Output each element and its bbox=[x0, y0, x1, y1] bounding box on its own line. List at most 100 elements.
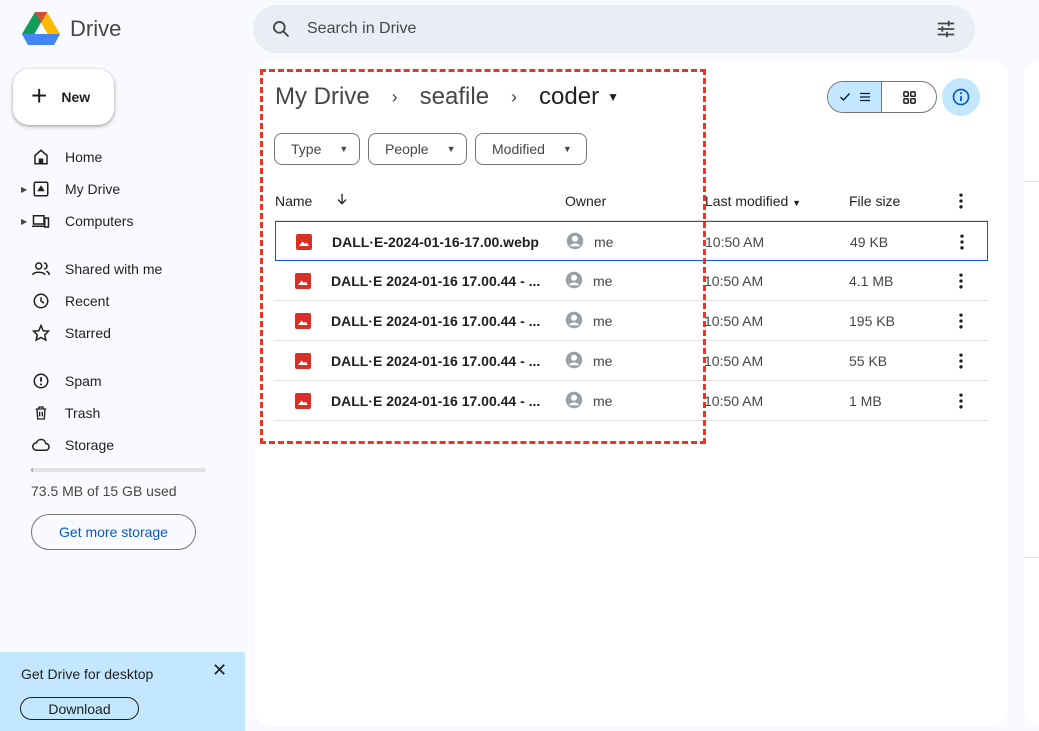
sidebar-item-computers[interactable]: ▶ Computers bbox=[0, 205, 240, 237]
divider bbox=[1024, 557, 1039, 558]
breadcrumb-seafile[interactable]: seafile bbox=[420, 83, 489, 111]
sidebar-item-spam[interactable]: Spam bbox=[0, 365, 240, 397]
grid-icon bbox=[902, 90, 916, 104]
new-button[interactable]: + New bbox=[13, 69, 114, 125]
sidebar-item-my-drive[interactable]: ▶ My Drive bbox=[0, 173, 240, 205]
file-name: DALL·E-2024-01-16-17.00.webp bbox=[332, 234, 539, 250]
avatar-icon bbox=[565, 271, 583, 289]
column-header-file-size[interactable]: File size bbox=[849, 193, 900, 209]
sidebar-item-label: Storage bbox=[65, 437, 115, 453]
table-row[interactable]: DALL·E 2024-01-16 17.00.44 - ... me 10:5… bbox=[275, 381, 988, 421]
sidebar-item-label: Recent bbox=[65, 293, 110, 309]
trash-icon bbox=[31, 403, 51, 423]
drive-logo[interactable]: Drive bbox=[22, 12, 121, 46]
filter-people[interactable]: People ▼ bbox=[368, 133, 467, 165]
list-icon bbox=[859, 92, 870, 102]
column-header-name[interactable]: Name bbox=[275, 193, 312, 209]
expand-caret-icon[interactable]: ▶ bbox=[21, 185, 27, 194]
sidebar-item-recent[interactable]: Recent bbox=[0, 285, 240, 317]
search-bar[interactable]: Search in Drive bbox=[253, 5, 975, 53]
new-button-label: New bbox=[61, 89, 91, 105]
image-file-icon bbox=[296, 234, 312, 250]
file-owner: me bbox=[593, 353, 613, 369]
chevron-right-icon: › bbox=[391, 86, 398, 107]
filter-type[interactable]: Type ▼ bbox=[274, 133, 360, 165]
column-header-owner[interactable]: Owner bbox=[565, 193, 606, 209]
file-name: DALL·E 2024-01-16 17.00.44 - ... bbox=[331, 313, 541, 329]
file-name: DALL·E 2024-01-16 17.00.44 - ... bbox=[331, 393, 541, 409]
file-owner: me bbox=[593, 313, 613, 329]
storage-bar-fill bbox=[31, 468, 33, 472]
dropdown-arrow-icon: ▼ bbox=[339, 144, 349, 154]
table-row[interactable]: DALL·E-2024-01-16-17.00.webp me 10:50 AM… bbox=[275, 221, 988, 261]
sidebar-item-home[interactable]: Home bbox=[0, 141, 240, 173]
file-modified: 10:50 AM bbox=[704, 393, 764, 409]
file-modified: 10:50 AM bbox=[704, 273, 764, 289]
avatar-icon bbox=[565, 351, 583, 369]
dropdown-arrow-icon: ▼ bbox=[446, 144, 456, 154]
file-modified: 10:50 AM bbox=[704, 353, 764, 369]
more-vert-icon[interactable] bbox=[952, 232, 972, 252]
storage-used-text: 73.5 MB of 15 GB used bbox=[31, 483, 177, 499]
search-options-icon[interactable] bbox=[935, 18, 957, 40]
avatar-icon bbox=[565, 311, 583, 329]
search-icon[interactable] bbox=[271, 19, 291, 39]
more-vert-icon[interactable] bbox=[951, 311, 971, 331]
sidebar-item-label: Shared with me bbox=[65, 261, 163, 277]
storage-bar bbox=[31, 468, 206, 472]
cloud-icon bbox=[31, 435, 51, 455]
sidebar-item-label: Home bbox=[65, 149, 103, 165]
sidebar-item-storage[interactable]: Storage bbox=[0, 429, 240, 461]
file-size: 1 MB bbox=[849, 393, 882, 409]
file-size: 55 KB bbox=[849, 353, 888, 369]
star-icon bbox=[31, 323, 51, 343]
list-view-button[interactable] bbox=[828, 82, 883, 112]
more-vert-icon[interactable] bbox=[951, 351, 971, 371]
more-vert-icon[interactable] bbox=[951, 391, 971, 411]
expand-caret-icon[interactable]: ▶ bbox=[21, 217, 27, 226]
column-header-label: Last modified bbox=[705, 193, 789, 209]
dropdown-arrow-icon: ▼ bbox=[607, 90, 619, 104]
avatar-icon bbox=[566, 232, 584, 250]
sidebar-item-label: My Drive bbox=[65, 181, 121, 197]
shared-icon bbox=[31, 259, 51, 279]
info-icon bbox=[952, 88, 970, 106]
file-name: DALL·E 2024-01-16 17.00.44 - ... bbox=[331, 353, 541, 369]
details-button[interactable] bbox=[942, 78, 980, 116]
more-vert-icon[interactable] bbox=[951, 191, 971, 214]
sidebar-item-shared[interactable]: Shared with me bbox=[0, 253, 240, 285]
sidebar-item-starred[interactable]: Starred bbox=[0, 317, 240, 349]
spam-icon bbox=[31, 371, 51, 391]
filter-label: Modified bbox=[492, 141, 545, 157]
search-input[interactable]: Search in Drive bbox=[307, 20, 935, 38]
download-button[interactable]: Download bbox=[20, 697, 139, 720]
close-icon[interactable]: ✕ bbox=[212, 660, 227, 681]
get-more-storage-button[interactable]: Get more storage bbox=[31, 514, 196, 550]
check-icon bbox=[839, 93, 850, 101]
divider bbox=[1024, 181, 1039, 182]
column-header-last-modified[interactable]: Last modified ▼ bbox=[705, 193, 801, 209]
image-file-icon bbox=[295, 313, 311, 329]
file-modified: 10:50 AM bbox=[704, 313, 764, 329]
grid-view-button[interactable] bbox=[882, 82, 936, 112]
filter-modified[interactable]: Modified ▼ bbox=[475, 133, 587, 165]
view-toggle bbox=[827, 81, 937, 113]
table-row[interactable]: DALL·E 2024-01-16 17.00.44 - ... me 10:5… bbox=[275, 261, 988, 301]
file-size: 195 KB bbox=[849, 313, 895, 329]
dropdown-arrow-icon: ▼ bbox=[792, 198, 802, 208]
file-owner: me bbox=[593, 273, 613, 289]
file-owner: me bbox=[593, 393, 613, 409]
sort-arrow-down-icon[interactable] bbox=[335, 191, 349, 210]
file-owner: me bbox=[594, 234, 614, 250]
image-file-icon bbox=[295, 273, 311, 289]
filter-label: People bbox=[385, 141, 429, 157]
dropdown-arrow-icon: ▼ bbox=[562, 144, 572, 154]
breadcrumb-current-folder[interactable]: coder ▼ bbox=[539, 83, 619, 111]
table-row[interactable]: DALL·E 2024-01-16 17.00.44 - ... me 10:5… bbox=[275, 301, 988, 341]
table-row[interactable]: DALL·E 2024-01-16 17.00.44 - ... me 10:5… bbox=[275, 341, 988, 381]
breadcrumb: My Drive › seafile › coder ▼ bbox=[275, 81, 619, 113]
file-modified: 10:50 AM bbox=[705, 234, 765, 250]
more-vert-icon[interactable] bbox=[951, 271, 971, 291]
sidebar-item-trash[interactable]: Trash bbox=[0, 397, 240, 429]
breadcrumb-my-drive[interactable]: My Drive bbox=[275, 83, 370, 111]
